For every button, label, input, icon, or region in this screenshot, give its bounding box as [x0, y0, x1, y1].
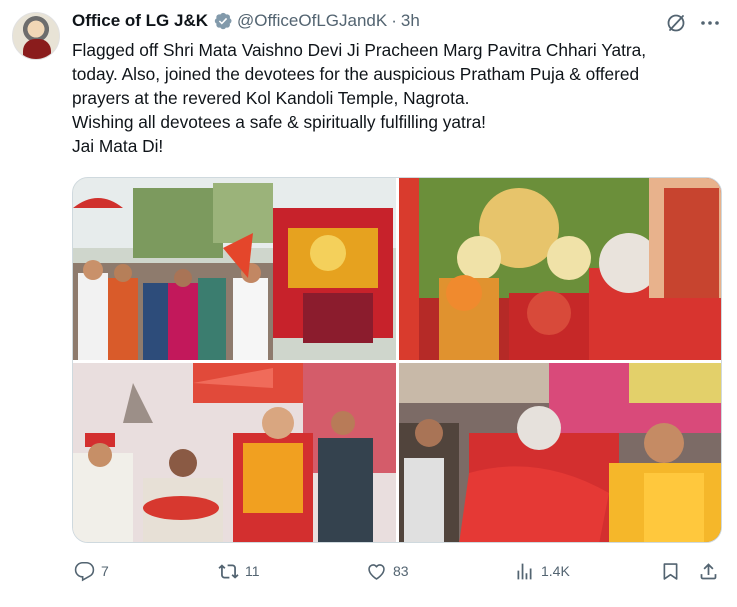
- grok-icon[interactable]: [664, 11, 688, 35]
- repost-icon: [218, 563, 239, 579]
- bookmark-icon: [663, 562, 678, 580]
- view-count: 1.4K: [541, 563, 570, 579]
- reply-count: 7: [101, 563, 109, 579]
- heart-icon: [368, 563, 385, 580]
- views-chart-icon: [517, 563, 532, 579]
- reply-icon: [74, 561, 95, 581]
- tweet-text: Flagged off Shri Mata Vaishno Devi Ji Pr…: [72, 38, 724, 158]
- timestamp[interactable]: 3h: [401, 11, 420, 31]
- tweet-text-line: prayers at the revered Kol Kandoli Templ…: [72, 88, 470, 108]
- avatar[interactable]: [12, 12, 60, 60]
- photo-1[interactable]: [73, 178, 396, 360]
- verified-badge-icon: [214, 12, 232, 30]
- author-name[interactable]: Office of LG J&K: [72, 11, 208, 31]
- action-bar: 7 11 83 1.4K: [72, 555, 724, 587]
- tweet-card[interactable]: Office of LG J&K @OfficeOfLGJandK · 3h F…: [0, 0, 737, 607]
- bookmark-button[interactable]: [660, 555, 681, 587]
- photo-3[interactable]: [73, 363, 396, 542]
- repost-count: 11: [245, 563, 260, 579]
- share-icon: [700, 562, 717, 579]
- tweet-text-line: Flagged off Shri Mata Vaishno Devi Ji Pr…: [72, 40, 647, 60]
- reply-button[interactable]: 7: [74, 555, 109, 587]
- tweet-text-line: Wishing all devotees a safe & spirituall…: [72, 112, 486, 132]
- more-icon[interactable]: [698, 11, 722, 35]
- separator-dot: ·: [391, 11, 397, 30]
- like-count: 83: [393, 563, 409, 579]
- author-handle[interactable]: @OfficeOfLGJandK: [237, 11, 387, 31]
- photo-4[interactable]: [399, 363, 721, 542]
- share-button[interactable]: [698, 555, 719, 587]
- tweet-text-line: Jai Mata Di!: [72, 136, 164, 156]
- tweet-header: Office of LG J&K @OfficeOfLGJandK · 3h: [72, 10, 420, 32]
- views-button[interactable]: 1.4K: [514, 555, 570, 587]
- like-button[interactable]: 83: [366, 555, 409, 587]
- media-grid: [72, 177, 722, 543]
- repost-button[interactable]: 11: [218, 555, 260, 587]
- tweet-text-line: today. Also, joined the devotees for the…: [72, 64, 640, 84]
- photo-2[interactable]: [399, 178, 721, 360]
